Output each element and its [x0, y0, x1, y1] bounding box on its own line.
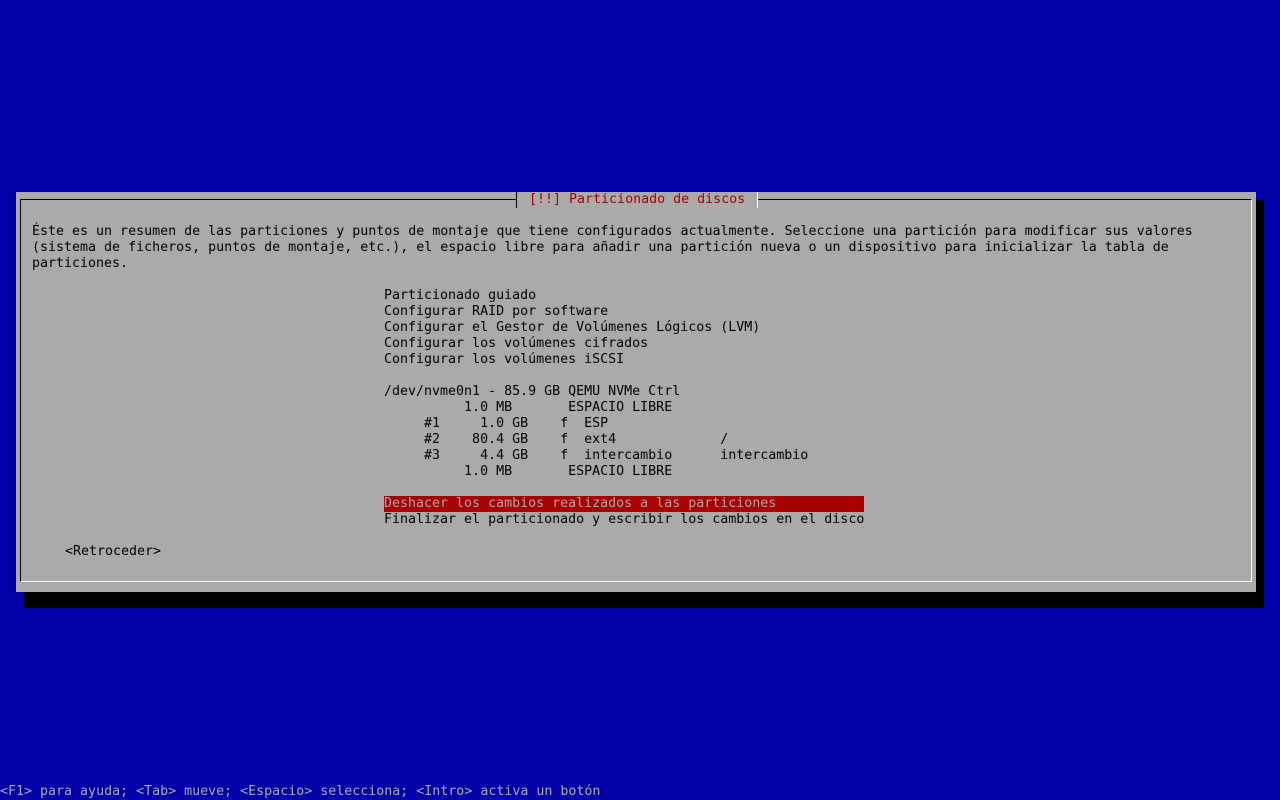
free-space-row[interactable]: 1.0 MB ESPACIO LIBRE	[384, 464, 672, 480]
partition-row-2[interactable]: #2 80.4 GB f ext4 /	[384, 432, 728, 448]
menu-item-undo-changes[interactable]: Deshacer los cambios realizados a las pa…	[384, 496, 864, 512]
description-line-3: particiones.	[32, 256, 129, 271]
status-bar: <F1> para ayuda; <Tab> mueve; <Espacio> …	[0, 784, 601, 799]
partition-row-3[interactable]: #3 4.4 GB f intercambio intercambio	[384, 448, 808, 464]
menu-item-guided-partitioning[interactable]: Particionado guiado	[384, 288, 536, 304]
disk-header[interactable]: /dev/nvme0n1 - 85.9 GB QEMU NVMe Ctrl	[384, 384, 680, 400]
description-line-2: (sistema de ficheros, puntos de montaje,…	[32, 240, 1169, 255]
menu-item-configure-raid[interactable]: Configurar RAID por software	[384, 304, 608, 320]
menu-item-configure-encrypted[interactable]: Configurar los volúmenes cifrados	[384, 336, 648, 352]
back-button[interactable]: <Retroceder>	[65, 544, 161, 560]
menu-item-finish-partitioning[interactable]: Finalizar el particionado y escribir los…	[384, 512, 864, 528]
dialog-title: [!!] Particionado de discos	[516, 192, 759, 208]
description-line-1: Éste es un resumen de las particiones y …	[32, 224, 1193, 239]
menu-item-configure-iscsi[interactable]: Configurar los volúmenes iSCSI	[384, 352, 624, 368]
menu-item-configure-lvm[interactable]: Configurar el Gestor de Volúmenes Lógico…	[384, 320, 760, 336]
free-space-row[interactable]: 1.0 MB ESPACIO LIBRE	[384, 400, 672, 416]
partition-row-1[interactable]: #1 1.0 GB f ESP	[384, 416, 608, 432]
installer-screen: [!!] Particionado de discos Éste es un r…	[0, 0, 1280, 800]
partition-dialog: [!!] Particionado de discos Éste es un r…	[16, 192, 1256, 592]
